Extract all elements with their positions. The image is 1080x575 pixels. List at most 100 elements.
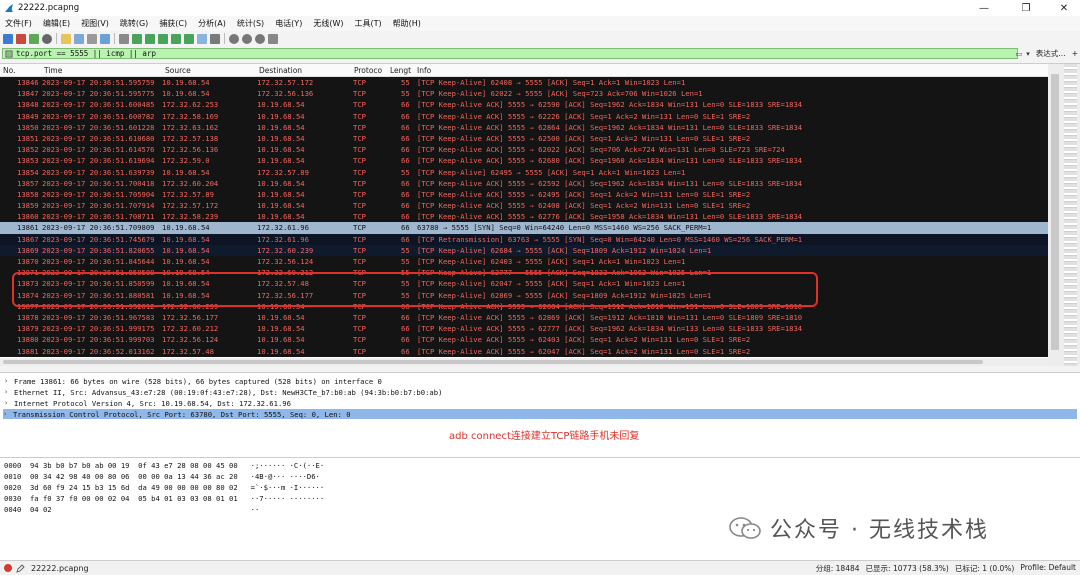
zoom-out-icon[interactable]: [242, 33, 252, 44]
expand-arrow-icon[interactable]: ›: [4, 388, 14, 396]
detail-tcp[interactable]: › Transmission Control Protocol, Src Por…: [3, 409, 1077, 419]
watermark: 公众号 · 无线技术栈: [728, 508, 989, 548]
bytes-row[interactable]: 0000 94 3b b0 b7 b0 ab 00 19 0f 43 e7 28…: [4, 461, 324, 471]
menu-view[interactable]: 视图(V): [76, 18, 115, 29]
detail-ethernet[interactable]: › Ethernet II, Src: Advansus_43:e7:28 (0…: [4, 387, 442, 397]
menu-tools[interactable]: 工具(T): [349, 18, 387, 29]
zoom-in-icon[interactable]: [229, 33, 239, 44]
packet-row[interactable]: 13848 2023-09-17 20:36:51.600485 172.32.62…: [0, 99, 1048, 111]
go-back-icon[interactable]: [132, 33, 142, 44]
packet-row[interactable]: 13857 2023-09-17 20:36:51.700418 172.32.60…: [0, 177, 1048, 189]
column-header-source[interactable]: Source: [165, 66, 191, 75]
column-header-protocol[interactable]: Protoco: [354, 66, 382, 75]
packet-row[interactable]: 13861 2023-09-17 20:36:51.709809 10.19.68.…: [0, 222, 1048, 234]
stop-capture-icon[interactable]: [16, 33, 26, 44]
filter-history-chevron-icon[interactable]: ▾: [1026, 50, 1030, 58]
menu-wireless[interactable]: 无线(W): [308, 18, 349, 29]
clear-filter-icon[interactable]: ▭: [1016, 50, 1023, 58]
packet-source: 172.32.56.124: [162, 335, 219, 345]
packet-row[interactable]: 13869 2023-09-17 20:36:51.820655 10.19.68.…: [0, 244, 1048, 256]
restart-capture-icon[interactable]: [29, 33, 39, 44]
zoom-reset-icon[interactable]: [255, 33, 265, 44]
close-button[interactable]: ✕: [1044, 0, 1080, 16]
packet-row[interactable]: 13879 2023-09-17 20:36:51.999175 172.32.60…: [0, 323, 1048, 335]
packet-length: 66: [401, 201, 410, 211]
packet-source: 172.32.63.162: [162, 122, 219, 132]
save-file-icon[interactable]: [74, 33, 84, 44]
capture-options-icon[interactable]: [42, 33, 52, 44]
packet-list-hscrollbar[interactable]: [0, 358, 1048, 366]
menu-analyze[interactable]: 分析(A): [193, 18, 232, 29]
expand-arrow-icon[interactable]: ›: [4, 377, 14, 385]
colorize-icon[interactable]: [210, 33, 220, 44]
packet-row[interactable]: 13858 2023-09-17 20:36:51.705904 172.32.57…: [0, 188, 1048, 201]
bytes-row[interactable]: 0030 fa f0 37 f0 00 00 02 04 05 b4 01 03…: [4, 494, 324, 504]
find-packet-icon[interactable]: [119, 33, 129, 44]
packet-row[interactable]: 13860 2023-09-17 20:36:51.708711 172.32.58…: [0, 211, 1048, 223]
detail-frame[interactable]: › Frame 13861: 66 bytes on wire (528 bit…: [4, 376, 382, 386]
packet-row[interactable]: 13852 2023-09-17 20:36:51.614576 172.32.56…: [0, 144, 1048, 156]
column-header-length[interactable]: Lengt: [390, 66, 411, 75]
packet-row[interactable]: 13847 2023-09-17 20:36:51.595775 10.19.68.…: [0, 88, 1048, 100]
status-profile[interactable]: Profile: Default: [1020, 563, 1076, 574]
open-file-icon[interactable]: [61, 33, 71, 44]
detail-ipv4[interactable]: › Internet Protocol Version 4, Src: 10.1…: [4, 398, 291, 408]
autoscroll-icon[interactable]: [197, 33, 207, 44]
bytes-row[interactable]: 0020 3d 60 f9 24 15 b3 15 6d da 49 00 00…: [4, 483, 324, 493]
packet-row[interactable]: 13859 2023-09-17 20:36:51.707914 172.32.57…: [0, 200, 1048, 212]
packet-minimap[interactable]: [1064, 64, 1077, 366]
maximize-button[interactable]: ❐: [1006, 0, 1046, 16]
packet-destination: 10.19.68.54: [257, 145, 305, 155]
edit-comment-icon[interactable]: [16, 563, 25, 573]
bytes-row[interactable]: 0040 04 02 ··: [4, 505, 259, 515]
bytes-row[interactable]: 0010 00 34 42 98 40 00 80 06 00 00 0a 13…: [4, 472, 320, 482]
bookmark-icon[interactable]: [5, 50, 13, 58]
packet-list-scrollbar[interactable]: [1048, 64, 1080, 366]
packet-row[interactable]: 13849 2023-09-17 20:36:51.600782 172.32.58…: [0, 110, 1048, 122]
packet-row[interactable]: 13870 2023-09-17 20:36:51.845644 10.19.68.…: [0, 256, 1048, 268]
add-filter-button[interactable]: +: [1072, 49, 1078, 58]
menu-edit[interactable]: 编辑(E): [38, 18, 76, 29]
packet-destination: 172.32.60.239: [257, 245, 314, 255]
go-to-packet-icon[interactable]: [158, 33, 168, 44]
packet-row[interactable]: 13846 2023-09-17 20:36:51.595759 10.19.68.…: [0, 77, 1048, 89]
menu-go[interactable]: 跳转(G): [115, 18, 154, 29]
packet-row[interactable]: 13851 2023-09-17 20:36:51.610680 172.32.57…: [0, 132, 1048, 145]
packet-row[interactable]: 13850 2023-09-17 20:36:51.601228 172.32.63…: [0, 121, 1048, 133]
packet-row[interactable]: 13867 2023-09-17 20:36:51.745679 10.19.68.…: [0, 233, 1048, 245]
reload-file-icon[interactable]: [100, 33, 110, 44]
first-packet-icon[interactable]: [171, 33, 181, 44]
expression-button[interactable]: 表达式…: [1036, 48, 1066, 59]
menu-statistics[interactable]: 统计(S): [232, 18, 270, 29]
start-capture-icon[interactable]: [3, 33, 13, 44]
packet-info: 63780 → 5555 [SYN] Seq=0 Win=64240 Len=0…: [417, 223, 712, 233]
packet-row[interactable]: 13853 2023-09-17 20:36:51.619694 172.32.59…: [0, 155, 1048, 167]
hscrollbar-thumb[interactable]: [3, 360, 983, 364]
packet-length: 55: [401, 78, 410, 87]
menu-capture[interactable]: 捕获(C): [154, 18, 193, 29]
scrollbar-thumb[interactable]: [1051, 74, 1059, 350]
packet-row[interactable]: 13854 2023-09-17 20:36:51.639739 10.19.68.…: [0, 166, 1048, 178]
packet-row[interactable]: 13878 2023-09-17 20:36:51.967583 172.32.56…: [0, 311, 1048, 324]
packet-no: 13847: [17, 89, 39, 99]
menu-help[interactable]: 帮助(H): [388, 18, 427, 29]
close-file-icon[interactable]: [87, 33, 97, 44]
expand-arrow-icon[interactable]: ›: [4, 399, 14, 407]
last-packet-icon[interactable]: [184, 33, 194, 44]
column-header-no[interactable]: No.: [3, 66, 15, 75]
menu-file[interactable]: 文件(F): [0, 18, 38, 29]
display-filter-input[interactable]: tcp.port == 5555 || icmp || arp: [2, 48, 1018, 59]
capture-status-icon[interactable]: [4, 564, 12, 572]
packet-time: 2023-09-17 20:36:51.707914: [42, 201, 155, 211]
column-header-info[interactable]: Info: [417, 66, 431, 75]
packet-destination: 10.19.68.54: [257, 100, 305, 110]
column-header-destination[interactable]: Destination: [259, 66, 302, 75]
minimize-button[interactable]: —: [964, 0, 1004, 16]
go-forward-icon[interactable]: [145, 33, 155, 44]
resize-columns-icon[interactable]: [268, 33, 278, 44]
expand-arrow-icon[interactable]: ›: [3, 410, 13, 418]
column-header-time[interactable]: Time: [44, 66, 62, 75]
packet-row[interactable]: 13880 2023-09-17 20:36:51.999703 172.32.56…: [0, 334, 1048, 346]
packet-row[interactable]: 13881 2023-09-17 20:36:52.013162 172.32.57…: [0, 345, 1048, 357]
menu-telephony[interactable]: 电话(Y): [270, 18, 308, 29]
